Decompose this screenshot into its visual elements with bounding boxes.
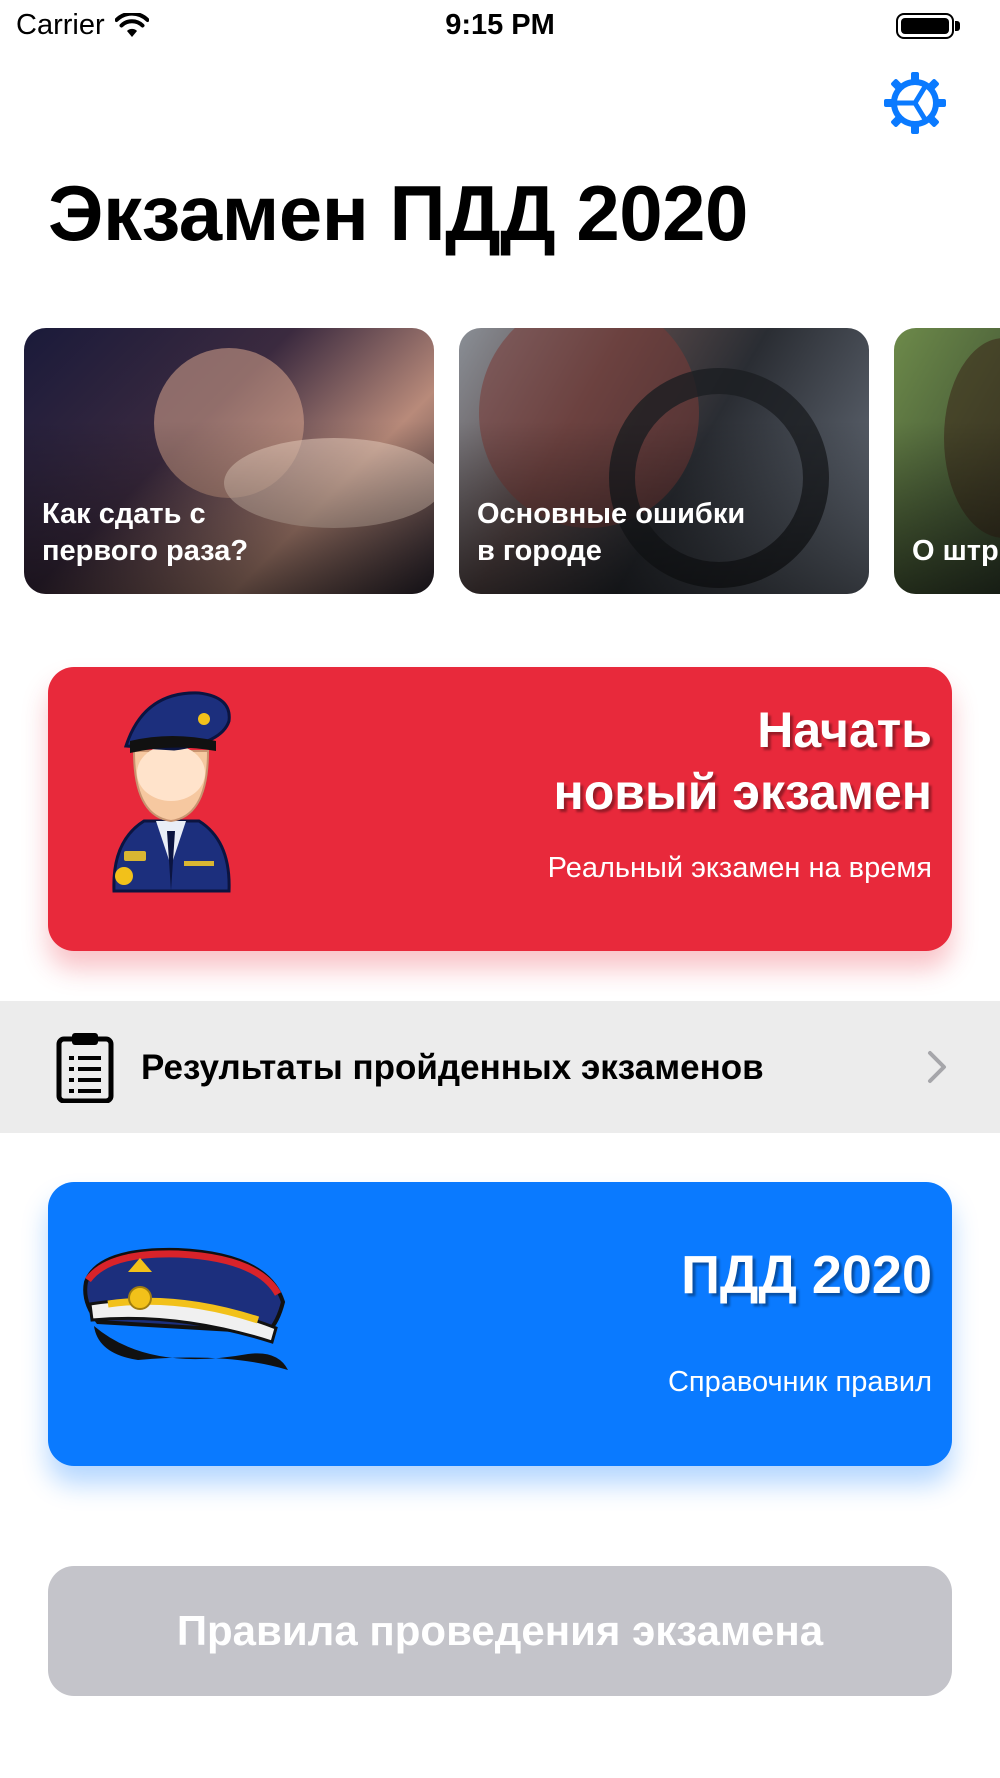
article-card-first-attempt[interactable]: Как сдать с первого раза?	[24, 328, 434, 594]
article-card-fines[interactable]: О штр	[894, 328, 1000, 594]
police-cap-icon	[83, 1247, 288, 1370]
exam-rules-button[interactable]: Правила проведения экзамена	[48, 1566, 952, 1696]
article-title: Основные ошибки в городе	[477, 498, 746, 567]
articles-carousel[interactable]: Как сдать с первого раза? Основные ошибк…	[0, 328, 1000, 594]
status-bar: Carrier 9:15 PM	[0, 0, 1000, 50]
page-title: Экзамен ПДД 2020	[48, 169, 748, 257]
status-time: 9:15 PM	[445, 9, 555, 41]
battery-icon	[896, 13, 954, 39]
gear-icon[interactable]	[882, 70, 948, 136]
start-exam-subtitle: Реальный экзамен на время	[547, 852, 932, 884]
chevron-right-icon	[928, 1051, 946, 1083]
article-card-city-mistakes[interactable]: Основные ошибки в городе	[459, 328, 869, 594]
rules-reference-subtitle: Справочник правил	[667, 1366, 932, 1398]
screen: Carrier 9:15 PM Экзамен ПДД 2020 Как сда…	[0, 0, 1000, 1778]
exam-results-row[interactable]: Результаты пройденных экзаменов	[0, 1001, 1000, 1133]
rules-reference-button[interactable]: ПДД 2020 Справочник правил	[48, 1182, 952, 1466]
start-exam-button[interactable]: Начать новый экзамен Реальный экзамен на…	[48, 667, 952, 951]
start-exam-title: Начать новый экзамен	[553, 702, 932, 820]
results-label: Результаты пройденных экзаменов	[141, 1048, 764, 1087]
police-officer-icon	[112, 691, 231, 893]
article-title: О штр	[912, 535, 999, 567]
rules-reference-title: ПДД 2020	[681, 1245, 932, 1305]
battery-tip	[955, 21, 960, 31]
article-title: Как сдать с первого раза?	[42, 498, 249, 567]
clipboard-icon	[56, 1033, 114, 1103]
